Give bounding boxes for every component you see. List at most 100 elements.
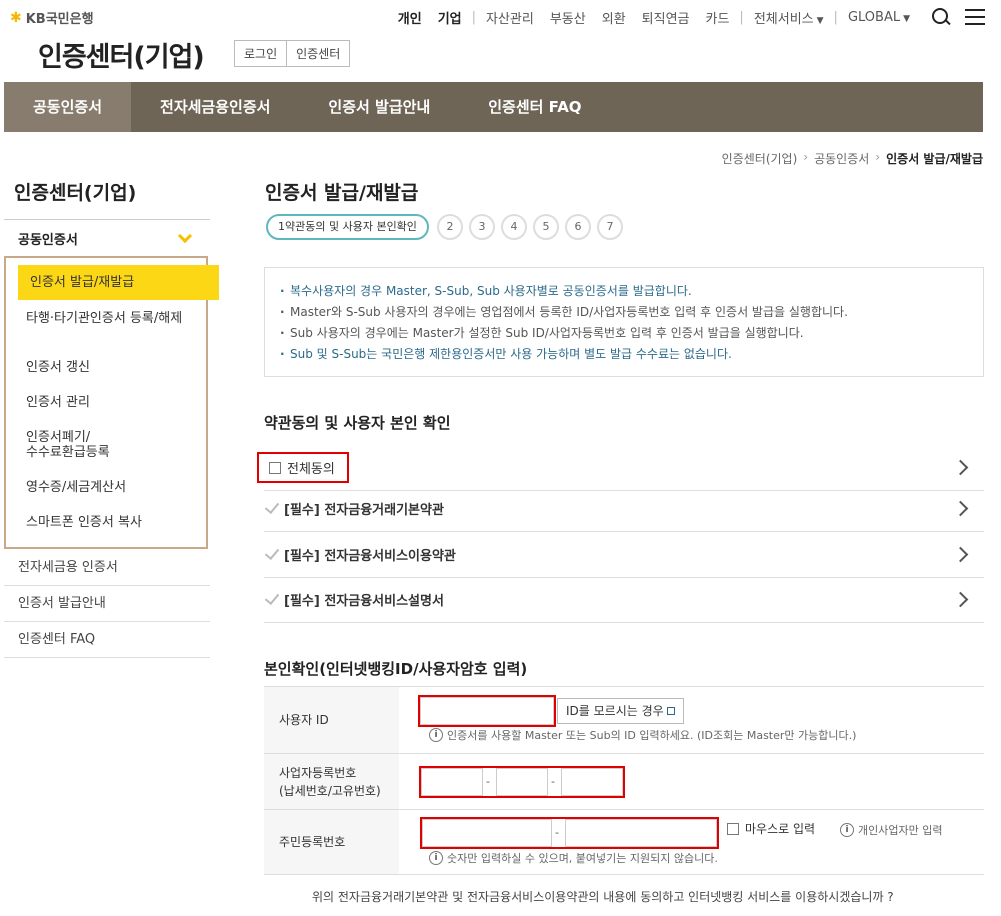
sidebar-item-revoke[interactable]: 인증서폐기/ 수수료환급등록 — [26, 430, 110, 460]
rrn-info: i 숫자만 입력하실 수 있으며, 붙여넣기는 지원되지 않습니다. — [429, 850, 718, 866]
step-indicator: 1약관동의 및 사용자 본인확인 2 3 4 5 6 7 — [266, 214, 623, 240]
sidebar-item-faq[interactable]: 인증센터 FAQ — [4, 622, 210, 658]
kb-star-icon: ✱ — [10, 9, 22, 26]
caret-down-icon: ▼ — [816, 15, 824, 26]
highlight-box — [420, 817, 719, 849]
info-icon: i — [429, 851, 443, 865]
rrn-info-text: 숫자만 입력하실 수 있으며, 붙여넣기는 지원되지 않습니다. — [447, 852, 718, 865]
mouse-input-label: 마우스로 입력 — [745, 822, 816, 836]
menu-bar — [965, 23, 985, 25]
step-2: 2 — [436, 214, 463, 240]
step-4: 4 — [500, 214, 527, 240]
tab-joint-cert[interactable]: 공동인증서 — [4, 82, 132, 132]
step-1: 1약관동의 및 사용자 본인확인 — [266, 214, 429, 240]
notice-item: Master와 S-Sub 사용자의 경우에는 영업점에서 등록한 ID/사업자… — [280, 302, 968, 323]
identity-section-title: 본인확인(인터넷뱅킹ID/사용자암호 입력) — [264, 660, 528, 678]
sidebar-group-joint-cert[interactable]: 공동인증서 — [4, 220, 210, 256]
kb-logo[interactable]: ✱ KB국민은행 — [10, 8, 94, 28]
chevron-down-icon — [177, 228, 193, 243]
title-links: 로그인 인증센터 — [234, 40, 351, 67]
all-services-label: 전체서비스 — [753, 11, 814, 27]
sidebar-item-other-bank[interactable]: 타행·타기관인증서 등록/해제 — [26, 311, 191, 326]
mouse-input-checkbox[interactable]: 마우스로 입력 — [727, 820, 815, 837]
biz-label-line2: (납세번호/고유번호) — [279, 783, 381, 798]
sidebar-title: 인증센터(기업) — [14, 182, 137, 204]
breadcrumb-item[interactable]: 공동인증서 — [814, 150, 869, 167]
topnav-realestate[interactable]: 부동산 — [542, 8, 594, 27]
term-row[interactable]: [필수] 전자금융거래기본약관 — [264, 486, 984, 532]
individual-only-info: i 개인사업자만 입력 — [840, 822, 942, 838]
check-icon — [264, 544, 280, 561]
info-icon: i — [840, 823, 854, 837]
chevron-right-icon[interactable] — [952, 500, 969, 517]
step-7: 7 — [596, 214, 623, 240]
find-id-label: ID를 모르시는 경우 — [566, 704, 664, 718]
term-row[interactable]: [필수] 전자금융서비스이용약관 — [264, 532, 984, 578]
kb-logo-text: KB국민은행 — [25, 12, 94, 27]
top-navigation: 개인 기업 | 자산관리 부동산 외환 퇴직연금 카드 | 전체서비스 ▼ | G… — [390, 6, 986, 28]
agree-all-label: 전체동의 — [287, 462, 335, 477]
menu-bar — [965, 16, 985, 18]
sidebar-item-manage[interactable]: 인증서 관리 — [26, 395, 90, 410]
sidebar-item-guide[interactable]: 인증서 발급안내 — [4, 586, 210, 622]
search-icon[interactable] — [930, 6, 952, 28]
breadcrumb-item[interactable]: 인증센터(기업) — [722, 150, 798, 167]
identity-form: 사용자 ID ID를 모르시는 경우 i 인증서를 사용할 Master 또는 … — [264, 686, 984, 875]
sidebar-item-smartphone[interactable]: 스마트폰 인증서 복사 — [26, 515, 142, 530]
user-id-info: i 인증서를 사용할 Master 또는 Sub의 ID 입력하세요. (ID조… — [429, 727, 856, 743]
breadcrumb-current: 인증서 발급/재발급 — [886, 152, 983, 166]
topnav-all-services[interactable]: 전체서비스 ▼ — [746, 8, 832, 27]
login-link[interactable]: 로그인 — [235, 41, 288, 66]
form-row-biz-number: 사업자등록번호 (납세번호/고유번호) - - — [264, 753, 984, 809]
global-label: GLOBAL — [847, 9, 901, 25]
topnav-corporate[interactable]: 기업 — [430, 8, 470, 27]
menu-icon[interactable] — [964, 6, 986, 28]
topnav-card[interactable]: 카드 — [698, 8, 738, 27]
notice-item: Sub 사용자의 경우에는 Master가 설정한 Sub ID/사업자등록번호… — [280, 323, 968, 344]
notice-item: 복수사용자의 경우 Master, S-Sub, Sub 사용자별로 공동인증서… — [280, 281, 968, 302]
topnav-pension[interactable]: 퇴직연금 — [634, 8, 698, 27]
site-title: 인증센터(기업) — [38, 42, 205, 73]
chevron-right-icon[interactable] — [952, 591, 969, 608]
topnav-divider: | — [471, 9, 476, 25]
menu-bar — [965, 9, 985, 11]
topnav-global[interactable]: GLOBAL ▼ — [840, 10, 918, 25]
notice-box: 복수사용자의 경우 Master, S-Sub, Sub 사용자별로 공동인증서… — [264, 267, 984, 377]
checkbox-icon — [727, 822, 739, 835]
highlight-box — [418, 695, 556, 727]
tab-tax-cert[interactable]: 전자세금용인증서 — [131, 82, 299, 132]
topnav-personal[interactable]: 개인 — [390, 8, 430, 27]
highlight-box — [419, 766, 625, 798]
chevron-right-icon[interactable] — [952, 459, 969, 476]
notice-item: Sub 및 S-Sub는 국민은행 제한용인증서만 사용 가능하며 별도 발급 … — [280, 344, 968, 365]
agreement-question: 위의 전자금융거래기본약관 및 전자금융서비스이용약관의 내용에 동의하고 인터… — [312, 890, 894, 904]
checkbox-icon — [269, 461, 281, 474]
check-icon — [264, 589, 280, 606]
main-navigation: 공동인증서 전자세금용인증서 인증서 발급안내 인증센터 FAQ — [4, 82, 983, 132]
topnav-fx[interactable]: 외환 — [594, 8, 634, 27]
term-row[interactable]: [필수] 전자금융서비스설명서 — [264, 577, 984, 623]
chevron-right-icon: › — [875, 150, 881, 164]
sidebar-item-issue[interactable]: 인증서 발급/재발급 — [18, 265, 219, 300]
term-label: [필수] 전자금융서비스설명서 — [284, 594, 444, 609]
find-id-button[interactable]: ID를 모르시는 경우 — [557, 698, 684, 724]
step-6: 6 — [564, 214, 591, 240]
tab-issue-guide[interactable]: 인증서 발급안내 — [299, 82, 459, 132]
term-label: [필수] 전자금융거래기본약관 — [284, 503, 444, 518]
individual-only-text: 개인사업자만 입력 — [858, 824, 943, 837]
sidebar-item-tax-cert[interactable]: 전자세금용 인증서 — [4, 550, 210, 586]
cert-center-link[interactable]: 인증센터 — [287, 41, 350, 66]
sidebar-group-label: 공동인증서 — [18, 232, 78, 248]
page-title: 인증서 발급/재발급 — [265, 182, 419, 204]
chevron-right-icon[interactable] — [952, 546, 969, 563]
tab-faq[interactable]: 인증센터 FAQ — [459, 82, 610, 132]
topnav-asset[interactable]: 자산관리 — [478, 8, 542, 27]
form-row-rrn: 주민등록번호 - 마우스로 입력 i 개인사업자만 입력 i 숫자만 입력하실 … — [264, 809, 984, 875]
agree-all-checkbox[interactable]: 전체동의 — [257, 452, 349, 483]
sidebar-item-renew[interactable]: 인증서 갱신 — [26, 360, 90, 375]
agree-all-row — [264, 445, 984, 491]
agree-section-title: 약관동의 및 사용자 본인 확인 — [264, 414, 451, 432]
sidebar-item-receipt[interactable]: 영수증/세금계산서 — [26, 480, 126, 495]
user-id-label: 사용자 ID — [264, 687, 399, 753]
form-row-user-id: 사용자 ID ID를 모르시는 경우 i 인증서를 사용할 Master 또는 … — [264, 686, 984, 753]
